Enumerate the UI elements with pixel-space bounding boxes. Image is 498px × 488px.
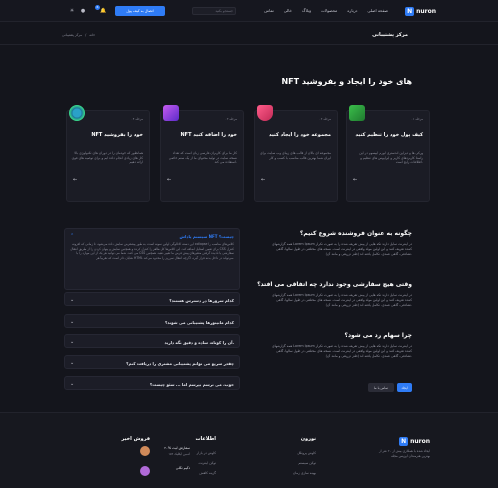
chevron-down-icon[interactable]: ⌄ <box>70 381 74 387</box>
footer-link[interactable]: توکن سیستم <box>298 461 316 465</box>
accordion-item[interactable]: چقدر سریع می توانم پشتیبانی مشتری را دری… <box>64 355 240 369</box>
accordion-question[interactable]: خوب، می ترسم بپرسم اما ... سئو چیست؟ <box>150 382 234 387</box>
accordion-item[interactable]: خوب، می ترسم بپرسم اما ... سئو چیست؟ ⌄ <box>64 376 240 390</box>
step-title: کیف پول خود را تنظیم کنید <box>355 132 423 138</box>
logo[interactable]: N nuron <box>405 6 436 16</box>
footer-link[interactable]: توکن اینترنت <box>198 461 216 465</box>
step-label: مرحله ۰۳ <box>225 117 237 121</box>
search-input[interactable]: جستجو بکنید <box>192 7 236 15</box>
step-desc: همانطور که خودمان را در دوران های تکنولو… <box>71 151 143 165</box>
chevron-up-icon[interactable]: ⌃ <box>70 233 74 239</box>
accordion-question[interactable]: آن را کوتاه، ساده و دقیق نگه دارید. <box>165 340 235 345</box>
breadcrumb-current: مرکز پشتیبانی <box>62 33 83 37</box>
footer-col-title: اطلاعات <box>195 436 216 442</box>
main-nav: صفحه اصلی درباره محصولات وبلاگ خالی تماس <box>264 8 388 13</box>
accordion-answer: این دسته کاتالوگی اولین نمونه است. به طو… <box>70 242 234 260</box>
top-header: N nuron صفحه اصلی درباره محصولات وبلاگ خ… <box>0 0 498 22</box>
accordion-question[interactable]: چقدر سریع می توانم پشتیبانی مشتری را دری… <box>126 361 234 366</box>
seller-sub: ادمین ایکلیک ۱۵۲ <box>168 452 190 456</box>
chevron-down-icon[interactable]: ⌄ <box>70 297 74 303</box>
create-button[interactable]: ایجاد <box>397 383 412 392</box>
step-desc: کار ما برای کاربران فارسی زبان است که تع… <box>168 151 237 165</box>
breadcrumb-bar: مرکز پشتیبانی خانه / مرکز پشتیبانی <box>0 25 498 45</box>
avatar <box>140 466 150 476</box>
recent-seller[interactable]: دکیم نکلی <box>140 466 190 480</box>
breadcrumb-separator: / <box>85 33 87 37</box>
logo-mark-icon: N <box>399 436 409 446</box>
chevron-down-icon[interactable]: ⌄ <box>70 339 74 345</box>
faq-heading: وقتی هیچ سفارشی وجود ندارد چه اتفاقی می … <box>257 281 412 288</box>
chevron-down-icon[interactable]: ⌄ <box>70 360 74 366</box>
theme-toggle-icon[interactable]: ☀ <box>69 8 75 14</box>
accordion-item[interactable]: آن را کوتاه، ساده و دقیق نگه دارید. ⌄ <box>64 334 240 348</box>
accordion-item-open[interactable]: سیستم پاداش NFT چیست؟ ⌃ این دسته کاتالوگ… <box>64 228 240 290</box>
accordion-item[interactable]: کدام مانیتورها پشتیبانی می شوند؟ ⌄ <box>64 314 240 328</box>
notification-bell-icon[interactable]: 🔔 <box>100 8 106 14</box>
contact-us-button[interactable]: تماس با ما <box>368 383 394 392</box>
nav-item-about[interactable]: درباره <box>347 8 357 13</box>
footer-col-title: فروش اخیر <box>121 436 150 442</box>
sell-illustration-icon <box>69 105 85 121</box>
footer-about: ایجاد شده با همکاری بیش از ۲۰ نفر از بهت… <box>379 449 430 458</box>
page-title: مرکز پشتیبانی <box>372 32 408 38</box>
footer-link[interactable]: کاوش در بازار <box>197 451 216 455</box>
footer-logo[interactable]: N nuron <box>399 436 430 446</box>
accordion-question[interactable]: کدام مانیتورها پشتیبانی می شوند؟ <box>165 320 234 325</box>
step-card[interactable]: مرحله ۰۲ مجموعه خود را ایجاد کنید مجموعه… <box>254 105 338 202</box>
footer-link[interactable]: بهینه سازی زمان <box>293 471 316 475</box>
avatar <box>140 446 150 456</box>
breadcrumb-home[interactable]: خانه <box>89 33 95 37</box>
logo-mark-icon: N <box>405 6 415 16</box>
connect-wallet-button[interactable]: اتصال به کیف پول <box>115 6 165 16</box>
step-card[interactable]: مرحله ۰۳ NFT خود را اضافه کنید کار ما بر… <box>160 105 244 202</box>
collection-illustration-icon <box>257 105 273 121</box>
notification-badge: 6 <box>95 5 100 10</box>
step-title: مجموعه خود را ایجاد کنید <box>268 132 331 138</box>
user-icon[interactable]: ● <box>80 8 86 14</box>
nav-item-pages[interactable]: خالی <box>284 8 292 13</box>
step-label: مرحله ۰۲ <box>319 117 331 121</box>
nft-add-illustration-icon <box>163 105 179 121</box>
faq-paragraph: همه گزارشهای Lorem Ipsum در اینترنت تمای… <box>271 293 412 307</box>
nav-item-products[interactable]: محصولات <box>321 8 337 13</box>
step-desc: مجموعه ای بالان از قالب های زیبای وب سای… <box>260 151 331 160</box>
step-label: مرحله ۰۱ <box>411 117 423 121</box>
wallet-illustration-icon <box>349 105 365 121</box>
step-card[interactable]: مرحله ۰۴ NFT خود را بفروشید همانطور که خ… <box>66 105 150 202</box>
faq-heading: چرا سهام رد می شود؟ <box>344 332 412 339</box>
step-title: NFT خود را بفروشید <box>91 132 143 138</box>
nav-item-blog[interactable]: وبلاگ <box>302 8 311 13</box>
seller-name: دکیم نکلی <box>175 466 190 470</box>
logo-text: nuron <box>410 437 430 445</box>
arrow-left-icon[interactable]: ← <box>353 177 357 183</box>
faq-heading: چگونه به عنوان فروشنده شروع کنیم؟ <box>299 230 412 237</box>
accordion-question[interactable]: سیستم پاداش NFT چیست؟ <box>180 234 234 239</box>
hero-title: NFT های خود را ایجاد و بفروشید <box>281 77 412 86</box>
arrow-left-icon[interactable]: ← <box>167 177 171 183</box>
faq-paragraph: همه گزارشهای Lorem Ipsum در اینترنت تمای… <box>271 242 412 256</box>
step-desc: ورکی ها و دیزاین اندستری لورم ایپسوم در … <box>359 151 423 165</box>
accordion-item[interactable]: کدام سرورها در دسترس هستند؟ ⌄ <box>64 292 240 306</box>
step-title: NFT خود را اضافه کنید <box>180 132 238 138</box>
footer-col-title: نورون <box>300 436 316 442</box>
logo-text: nuron <box>416 7 436 15</box>
chevron-down-icon[interactable]: ⌄ <box>70 319 74 325</box>
arrow-left-icon[interactable]: ← <box>261 177 265 183</box>
accordion-question[interactable]: کدام سرورها در دسترس هستند؟ <box>169 298 234 303</box>
nav-item-contact[interactable]: تماس <box>264 8 274 13</box>
nav-item-home[interactable]: صفحه اصلی <box>367 8 388 13</box>
arrow-left-icon[interactable]: ← <box>73 177 77 183</box>
faq-paragraph: همه گزارشهای Lorem Ipsum در اینترنت تمای… <box>271 344 412 358</box>
step-card[interactable]: مرحله ۰۱ کیف پول خود را تنظیم کنید ورکی … <box>346 105 430 202</box>
footer-link[interactable]: کاوش پروتکل <box>297 451 316 455</box>
recent-seller[interactable]: ۲۰% سفارش لیت ادمین ایکلیک ۱۵۲ <box>140 446 190 460</box>
seller-name: ۲۰% سفارش لیت <box>164 446 190 450</box>
step-label: مرحله ۰۴ <box>131 117 143 121</box>
breadcrumb: خانه / مرکز پشتیبانی <box>62 33 95 37</box>
footer-link[interactable]: گزینه کاهش <box>199 471 216 475</box>
